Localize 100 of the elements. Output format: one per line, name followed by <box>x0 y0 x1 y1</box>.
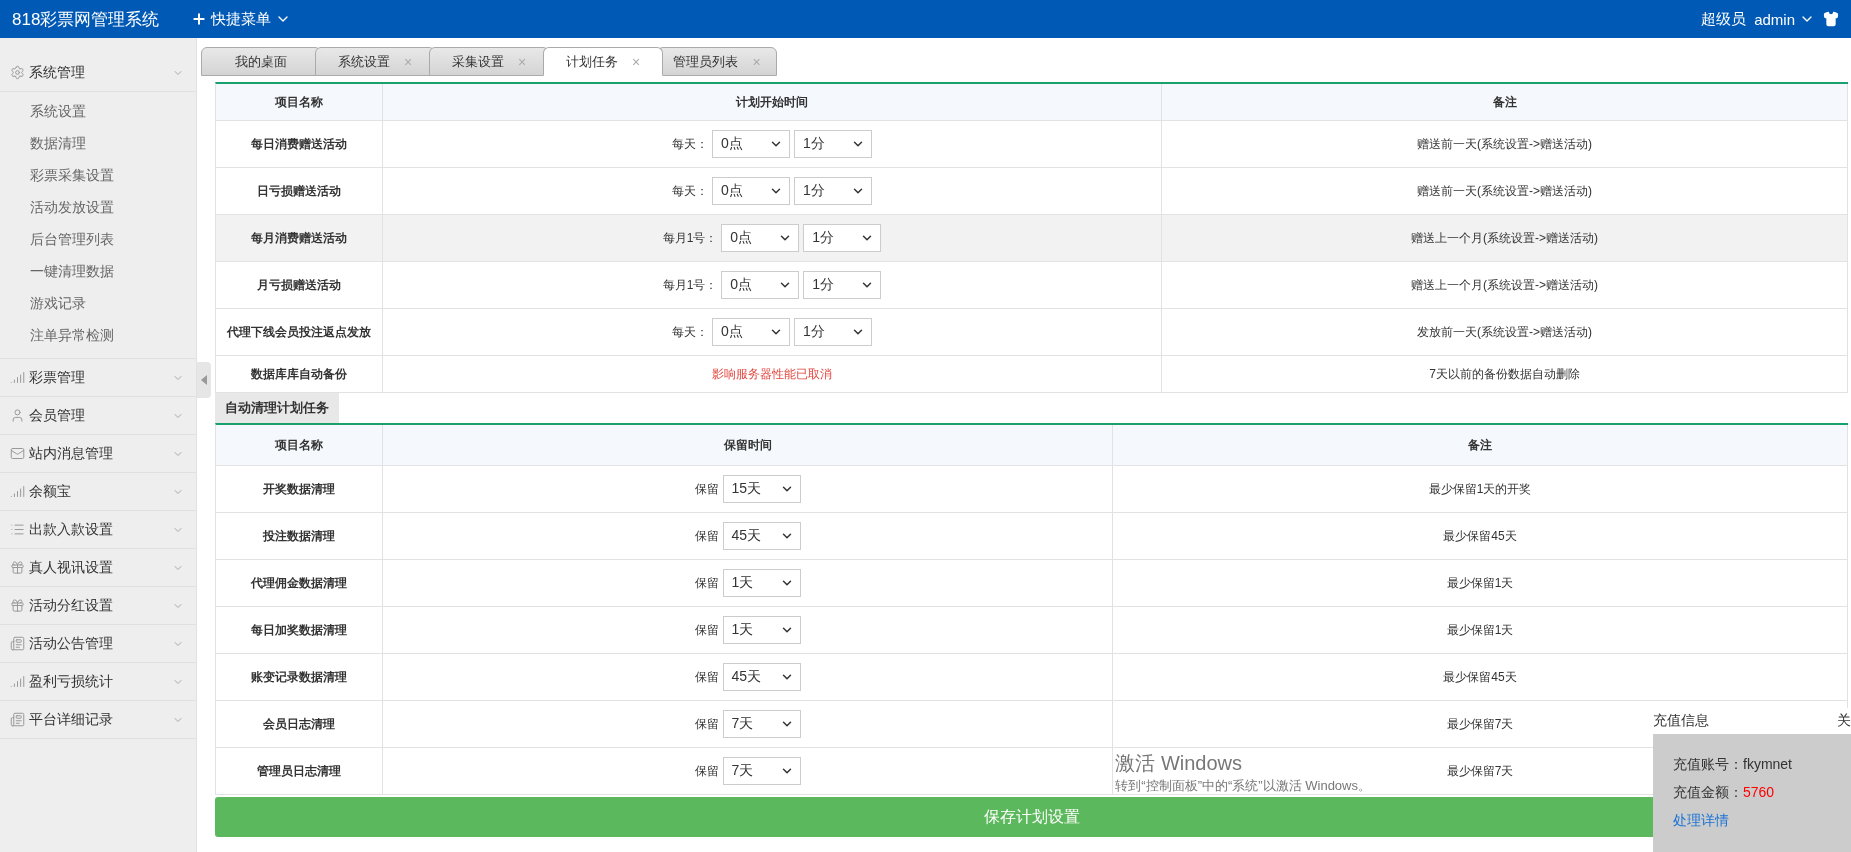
field-label: 每天： <box>672 182 708 200</box>
activation-hint: 转到“控制面板”中的“系统”以激活 Windows。 <box>1115 777 1371 795</box>
field-label: 每月1号： <box>662 276 718 294</box>
gift-icon <box>10 560 25 575</box>
dropdown[interactable]: 7天 <box>722 710 801 738</box>
table-cell: 7天以前的备份数据自动删除 <box>1162 356 1848 393</box>
table-cell: 最少保留1天 <box>1113 560 1848 607</box>
dropdown[interactable]: 0点 <box>721 271 800 299</box>
mail-icon <box>10 446 25 461</box>
sidebar-group[interactable]: 出款入款设置 <box>0 511 196 549</box>
dropdown[interactable]: 0点 <box>712 318 790 346</box>
field-label: 保留 <box>694 715 719 733</box>
field-label: 保留 <box>694 668 719 686</box>
field-label: 保留 <box>694 527 719 545</box>
column-header: 备注 <box>1113 425 1848 466</box>
table-cell: 开奖数据清理 <box>216 466 383 513</box>
column-header: 备注 <box>1162 84 1848 121</box>
sidebar-item[interactable]: 后台管理列表 <box>0 224 196 256</box>
section-title: 自动清理计划任务 <box>215 393 339 423</box>
table-cell: 月亏损赠送活动 <box>216 262 383 309</box>
table-cell: 最少保留45天 <box>1113 513 1848 560</box>
table-cell: 赠送上一个月(系统设置->赠送活动) <box>1162 262 1848 309</box>
user-menu[interactable]: admin <box>1754 10 1815 28</box>
table-cell: 每日消费赠送活动 <box>216 121 383 168</box>
table-cell: 投注数据清理 <box>216 513 383 560</box>
tab[interactable]: 计划任务 × <box>543 47 663 76</box>
sidebar-group[interactable]: 活动公告管理 <box>0 625 196 663</box>
field-label: 每月1号： <box>662 229 718 247</box>
sidebar-item[interactable]: 注单异常检测 <box>0 320 196 352</box>
sidebar-group[interactable]: 站内消息管理 <box>0 435 196 473</box>
field-label: 保留 <box>694 762 719 780</box>
table-cell: 代理下线会员投注返点发放 <box>216 309 383 356</box>
table-cell: 管理员日志清理 <box>216 748 383 795</box>
list-icon <box>10 522 25 537</box>
dropdown[interactable]: 7天 <box>722 757 801 785</box>
column-header: 计划开始时间 <box>383 84 1162 121</box>
dropdown[interactable]: 45天 <box>722 663 801 691</box>
sidebar-group[interactable]: 活动分红设置 <box>0 587 196 625</box>
sidebar-group[interactable]: 盈利亏损统计 <box>0 663 196 701</box>
sidebar-item[interactable]: 彩票采集设置 <box>0 160 196 192</box>
table-cell: 最少保留45天 <box>1113 654 1848 701</box>
quick-menu-button[interactable]: 快捷菜单 <box>191 9 292 29</box>
dropdown[interactable]: 1分 <box>794 130 872 158</box>
field-label: 每天： <box>672 323 708 341</box>
bar-chart-icon <box>10 484 25 499</box>
dropdown[interactable]: 15天 <box>722 475 801 503</box>
table-cell: 日亏损赠送活动 <box>216 168 383 215</box>
sidebar-group[interactable]: 会员管理 <box>0 397 196 435</box>
newspaper-icon <box>10 712 25 727</box>
table-cell: 数据库库自动备份 <box>216 356 383 393</box>
collapse-handle[interactable] <box>197 362 211 398</box>
table-cell: 代理佣金数据清理 <box>216 560 383 607</box>
dropdown[interactable]: 0点 <box>712 177 790 205</box>
column-header: 保留时间 <box>383 425 1113 466</box>
close-link[interactable]: 关 <box>1837 712 1851 730</box>
dropdown[interactable]: 1天 <box>722 569 801 597</box>
sidebar-item[interactable]: 系统设置 <box>0 96 196 128</box>
sidebar-group[interactable]: 彩票管理 <box>0 359 196 397</box>
sidebar-group[interactable]: 真人视讯设置 <box>0 549 196 587</box>
table-cell: 会员日志清理 <box>216 701 383 748</box>
sidebar-group[interactable]: 余额宝 <box>0 473 196 511</box>
activation-title: 激活 Windows <box>1115 751 1244 776</box>
sidebar-item[interactable]: 游戏记录 <box>0 288 196 320</box>
field-label: 每天： <box>672 135 708 153</box>
table-cell: 赠送前一天(系统设置->赠送活动) <box>1162 121 1848 168</box>
popup-title: 充值信息 <box>1653 712 1709 730</box>
sidebar-group[interactable]: 平台详细记录 <box>0 701 196 739</box>
dropdown[interactable]: 1分 <box>803 271 882 299</box>
column-header: 项目名称 <box>216 425 383 466</box>
dropdown[interactable]: 45天 <box>722 522 801 550</box>
user-icon <box>10 408 25 423</box>
table-cell: 账变记录数据清理 <box>216 654 383 701</box>
app-title: 818彩票网管理系统 <box>12 8 160 31</box>
shirt-icon[interactable] <box>1823 11 1839 27</box>
dropdown[interactable]: 0点 <box>721 224 800 252</box>
dropdown[interactable]: 1分 <box>803 224 882 252</box>
sidebar-item[interactable]: 数据清理 <box>0 128 196 160</box>
sidebar-item[interactable]: 活动发放设置 <box>0 192 196 224</box>
dropdown[interactable]: 1分 <box>794 177 872 205</box>
dropdown[interactable]: 1天 <box>722 616 801 644</box>
account-text: 充值账号：fkymnet <box>1673 756 1793 774</box>
bar-chart-icon <box>10 674 25 689</box>
user-role: 超级员 <box>1701 9 1747 29</box>
table-cell: 最少保留1天 <box>1113 607 1848 654</box>
column-header: 项目名称 <box>216 84 383 121</box>
sidebar-item[interactable]: 一键清理数据 <box>0 256 196 288</box>
field-label: 保留 <box>694 574 719 592</box>
gear-icon <box>10 65 25 80</box>
table-cell: 赠送上一个月(系统设置->赠送活动) <box>1162 215 1848 262</box>
table-cell: 赠送前一天(系统设置->赠送活动) <box>1162 168 1848 215</box>
dropdown[interactable]: 0点 <box>712 130 790 158</box>
newspaper-icon <box>10 636 25 651</box>
gift-icon <box>10 598 25 613</box>
sidebar-group[interactable]: 系统管理 <box>0 54 196 92</box>
field-label: 保留 <box>694 480 719 498</box>
table-cell: 每月消费赠送活动 <box>216 215 383 262</box>
dropdown[interactable]: 1分 <box>794 318 872 346</box>
field-label: 保留 <box>694 621 719 639</box>
triangle-left-icon <box>201 375 207 385</box>
warning-text: 影响服务器性能已取消 <box>712 365 832 383</box>
